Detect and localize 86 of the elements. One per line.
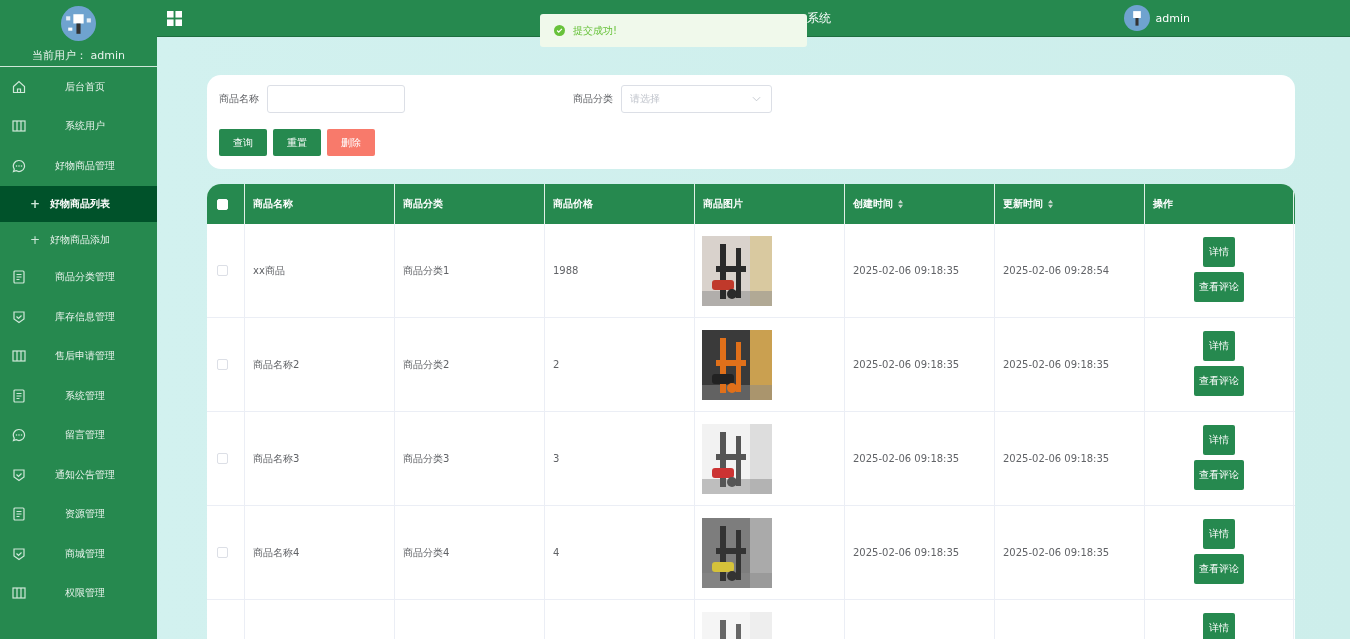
column-header: 商品价格 <box>545 184 695 224</box>
table-cell: 商品名称4 <box>253 545 300 560</box>
success-toast: 提交成功! <box>540 14 807 47</box>
table-cell: xx商品 <box>253 263 285 278</box>
column-header: 商品分类 <box>395 184 545 224</box>
details-button[interactable]: 详情 <box>1203 519 1235 549</box>
table-cell: 商品分类1 <box>403 263 450 278</box>
table-cell: 3 <box>553 453 560 464</box>
select-all-checkbox[interactable] <box>217 198 228 210</box>
avatar <box>1123 5 1150 31</box>
table-cell: 4 <box>553 547 560 558</box>
table-cell: 2025-02-06 09:18:35 <box>1003 547 1110 558</box>
table-cell: 2025-02-06 09:18:35 <box>853 453 960 464</box>
current-user: 当前用户： admin <box>32 48 125 63</box>
grid-icon[interactable] <box>167 10 182 26</box>
menu-item[interactable]: 商品分类管理 <box>0 257 157 297</box>
columns-icon <box>12 119 26 134</box>
plus-icon: + <box>30 196 41 211</box>
home-icon <box>12 79 26 94</box>
table-cell: 2025-02-06 09:28:54 <box>1003 265 1110 276</box>
menu-item[interactable]: 库存信息管理 <box>0 297 157 337</box>
menu-item[interactable]: 通知公告管理 <box>0 455 157 495</box>
comments-button[interactable]: 查看评论 <box>1194 366 1244 396</box>
table-cell: 2 <box>553 359 560 370</box>
row-checkbox[interactable] <box>217 359 228 370</box>
field-label: 商品分类 <box>573 92 613 106</box>
sort-icon[interactable] <box>1047 199 1054 209</box>
menu-item[interactable]: 系统用户 <box>0 106 157 146</box>
submenu-item[interactable]: + 好物商品添加 <box>0 221 157 258</box>
menu-item[interactable]: 资源管理 <box>0 494 157 534</box>
columns-icon <box>12 349 26 364</box>
menu-item[interactable]: 售后申请管理 <box>0 336 157 376</box>
document-icon <box>12 507 26 522</box>
column-header: 商品图片 <box>695 184 845 224</box>
shield-icon <box>12 546 26 561</box>
comments-button[interactable]: 查看评论 <box>1194 272 1244 302</box>
shield-icon <box>12 309 26 324</box>
table-cell: 商品名称3 <box>253 451 300 466</box>
avatar <box>61 6 96 41</box>
table-cell: 商品分类2 <box>403 357 450 372</box>
shield-icon <box>12 467 26 482</box>
table-cell: 2025-02-06 09:18:35 <box>1003 453 1110 464</box>
table-cell: 商品分类4 <box>403 545 450 560</box>
menu-item[interactable]: 系统管理 <box>0 376 157 416</box>
details-button[interactable]: 详情 <box>1203 237 1235 267</box>
table-cell: 2025-02-06 09:18:35 <box>853 359 960 370</box>
submenu-item[interactable]: + 好物商品列表 <box>0 185 157 222</box>
username: admin <box>1155 11 1190 25</box>
chat-icon <box>12 158 26 173</box>
menu-item[interactable]: 后台首页 <box>0 67 157 107</box>
table-cell: 2025-02-06 09:18:35 <box>853 547 960 558</box>
plus-icon: + <box>30 232 41 247</box>
chevron-down-icon <box>752 96 761 102</box>
table-cell: 2025-02-06 09:18:35 <box>853 265 960 276</box>
comments-button[interactable]: 查看评论 <box>1194 460 1244 490</box>
table-cell: 1988 <box>553 265 579 276</box>
document-icon <box>12 388 26 403</box>
table-cell: 2025-02-06 09:18:35 <box>1003 359 1110 370</box>
columns-icon <box>12 586 26 601</box>
app-title: 系统 <box>807 10 831 27</box>
check-circle-icon <box>554 25 565 36</box>
menu-item[interactable]: 商城管理 <box>0 534 157 574</box>
action-button[interactable]: 重置 <box>273 129 321 156</box>
delete-button[interactable]: 删除 <box>327 129 375 156</box>
row-checkbox[interactable] <box>217 265 228 276</box>
sort-icon[interactable] <box>897 199 904 209</box>
row-checkbox[interactable] <box>217 453 228 464</box>
table-cell: 商品名称2 <box>253 357 300 372</box>
menu-item[interactable]: 留言管理 <box>0 415 157 455</box>
column-header: 更新时间 <box>995 184 1145 224</box>
details-button[interactable]: 详情 <box>1203 613 1235 639</box>
table-cell: 商品分类3 <box>403 451 450 466</box>
column-header: 操作 <box>1145 184 1294 224</box>
menu-item[interactable]: 好物商品管理 <box>0 146 157 186</box>
details-button[interactable]: 详情 <box>1203 331 1235 361</box>
chat-icon <box>12 428 26 443</box>
input-field[interactable] <box>267 85 405 113</box>
action-button[interactable]: 查询 <box>219 129 267 156</box>
column-header: 创建时间 <box>845 184 995 224</box>
field-label: 商品名称 <box>219 92 259 106</box>
details-button[interactable]: 详情 <box>1203 425 1235 455</box>
comments-button[interactable]: 查看评论 <box>1194 554 1244 584</box>
column-header: 商品名称 <box>245 184 395 224</box>
document-icon <box>12 270 26 285</box>
menu-item[interactable]: 权限管理 <box>0 573 157 613</box>
row-checkbox[interactable] <box>217 547 228 558</box>
